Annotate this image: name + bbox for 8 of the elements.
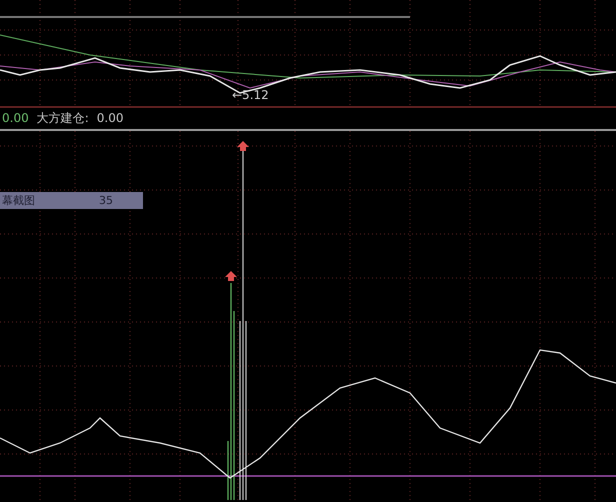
tooltip-value: 35	[99, 194, 113, 207]
tooltip-label: 幕截图	[2, 193, 35, 208]
up-arrow-icon	[225, 271, 237, 281]
indicator-value: 0.00	[2, 111, 29, 125]
price-low-label: ←5.12	[232, 88, 269, 102]
up-arrow-icon	[237, 141, 249, 151]
indicator-reading: 0.00	[96, 111, 124, 125]
indicator-name: 大方建仓:	[36, 110, 89, 126]
